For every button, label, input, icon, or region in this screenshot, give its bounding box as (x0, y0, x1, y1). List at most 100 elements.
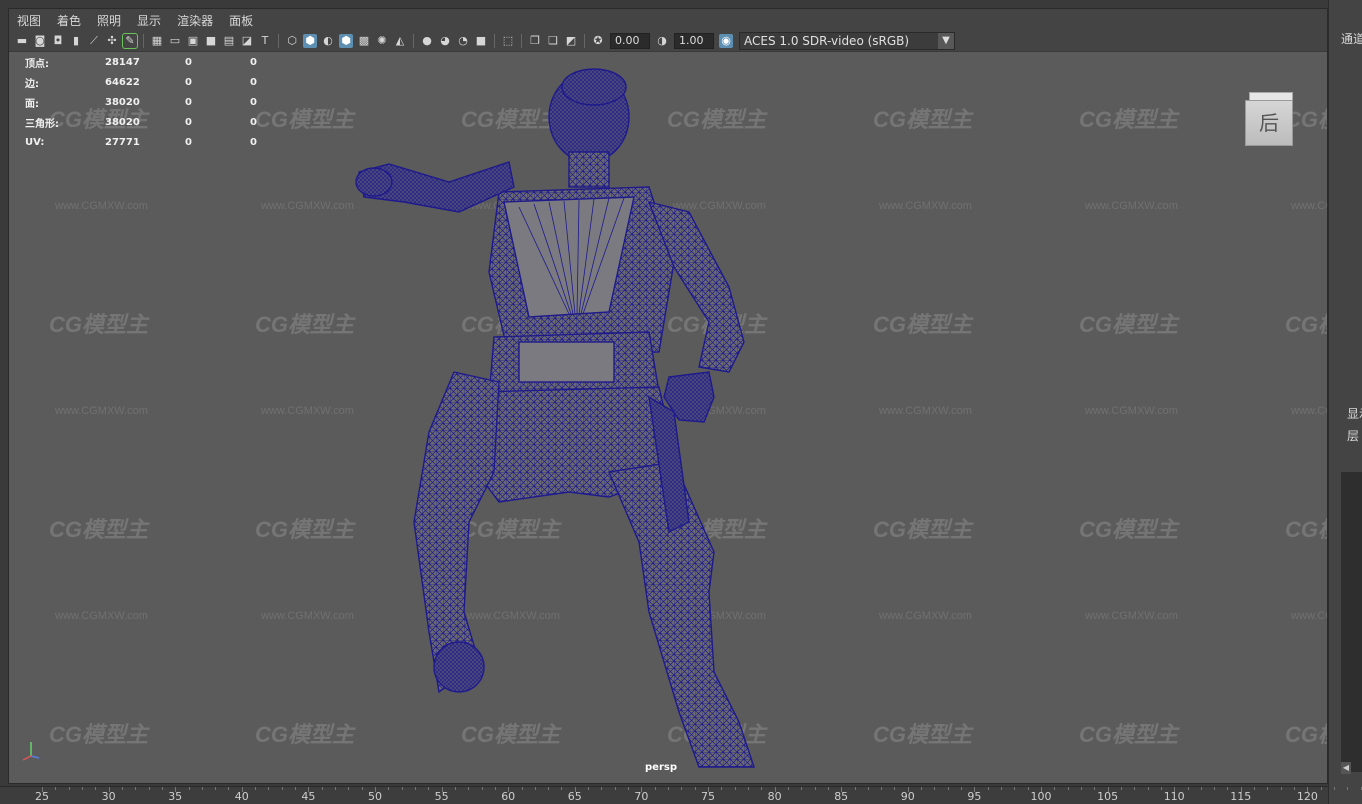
hud-row-vertices: 顶点: 28147 0 0 (25, 52, 315, 72)
textured-icon[interactable]: ▩ (357, 34, 371, 48)
chevron-down-icon[interactable]: ▼ (938, 33, 954, 49)
grease-pencil-active-icon[interactable]: ✎ (122, 33, 138, 49)
gate-mask-icon[interactable]: ■ (204, 34, 218, 48)
menu-show[interactable]: 显示 (137, 12, 161, 29)
viewport-panel[interactable]: 视图 着色 照明 显示 渲染器 面板 ▬ ◙ ◘ ▮ ⟋ ✣ ✎ ▦ ▭ ▣ ■… (8, 8, 1328, 784)
menu-renderer[interactable]: 渲染器 (177, 12, 213, 29)
hud-row-triangles: 三角形: 38020 0 0 (25, 112, 315, 132)
timeline-tick-mark (481, 787, 483, 790)
grease-pencil-icon[interactable]: ⟋ (87, 34, 101, 48)
layer-list-area[interactable] (1341, 472, 1362, 772)
3d-viewport[interactable]: CG模型主 www.CGMXW.com CG模型主 www.CGMXW.com CG模型… (9, 52, 1327, 783)
select-camera-icon[interactable]: ▬ (15, 34, 29, 48)
xray-joints-icon[interactable]: ❏ (546, 34, 560, 48)
view-cube[interactable]: 后 (1245, 92, 1293, 146)
timeline-tick-mark (1027, 787, 1029, 790)
hud-label: 边: (25, 78, 39, 90)
display-tab[interactable]: 显示 (1347, 405, 1362, 422)
isolate-select-icon[interactable]: ⬚ (501, 34, 515, 48)
default-material-icon[interactable]: ◐ (321, 34, 335, 48)
wireframe-icon[interactable]: ⬡ (285, 34, 299, 48)
bookmark-icon[interactable]: ◘ (51, 34, 65, 48)
smooth-shade-icon[interactable]: ⬢ (303, 34, 317, 48)
timeline-tick-mark (987, 787, 989, 790)
toolbar-separator (494, 34, 495, 48)
timeline-tick-mark (348, 787, 350, 790)
time-slider[interactable]: 25 30 35 40 45 50 55 60 65 70 75 80 85 90 95 100 105 110 1… (0, 786, 1362, 804)
timeline-tick-mark (534, 787, 536, 790)
hud-value: 0 (250, 96, 257, 108)
grid-icon[interactable]: ▦ (150, 34, 164, 48)
timeline-tick-mark (241, 787, 243, 792)
xray-components-icon[interactable]: ◩ (564, 34, 578, 48)
field-chart-icon[interactable]: ▤ (222, 34, 236, 48)
timeline-tick-mark (1187, 787, 1189, 790)
use-all-lights-icon[interactable]: ✺ (375, 34, 389, 48)
wireframe-character-model[interactable] (9, 52, 1327, 783)
poly-count-hud: 顶点: 28147 0 0 边: 64622 0 0 面: 38020 0 0 (25, 52, 315, 152)
camera-attributes-icon[interactable]: ◙ (33, 34, 47, 48)
wireframe-on-shaded-icon[interactable]: ⬢ (339, 34, 353, 48)
timeline-tick-mark (894, 787, 896, 790)
exposure-field[interactable]: 0.00 (610, 33, 650, 49)
gamma-field[interactable]: 1.00 (674, 33, 714, 49)
timeline-tick-mark (854, 787, 856, 790)
hud-value: 38020 (105, 116, 140, 128)
view-cube-back-face[interactable]: 后 (1245, 100, 1293, 146)
layer-tab[interactable]: 层 (1347, 427, 1359, 444)
scroll-left-arrow-icon[interactable]: ◀ (1341, 762, 1351, 774)
timeline-tick-mark (1054, 787, 1056, 790)
timeline-tick-mark (1254, 787, 1256, 790)
depth-of-field-icon[interactable]: ■ (474, 34, 488, 48)
safe-action-icon[interactable]: ◪ (240, 34, 254, 48)
film-gate-icon[interactable]: ▭ (168, 34, 182, 48)
xray-icon[interactable]: ❐ (528, 34, 542, 48)
toolbar-separator (584, 34, 585, 48)
shadows-icon[interactable]: ◭ (393, 34, 407, 48)
timeline-tick-mark (135, 787, 137, 790)
toolbar-separator (143, 34, 144, 48)
exposure-icon[interactable]: ✪ (591, 34, 605, 48)
menu-view[interactable]: 视图 (17, 12, 41, 29)
timeline-tick-mark (1174, 787, 1176, 792)
channel-box-tab[interactable]: 通道 (1341, 30, 1362, 47)
timeline-tick-mark (761, 787, 763, 790)
menu-shading[interactable]: 着色 (57, 12, 81, 29)
hud-label: 三角形: (25, 118, 59, 130)
timeline-tick-mark (95, 787, 97, 790)
timeline-tick-mark (694, 787, 696, 790)
timeline-tick-mark (188, 787, 190, 790)
timeline-tick-mark (81, 787, 83, 790)
timeline-tick-mark (108, 787, 110, 792)
menu-lighting[interactable]: 照明 (97, 12, 121, 29)
timeline-tick-mark (548, 787, 550, 790)
timeline-tick-mark (721, 787, 723, 790)
timeline-tick-mark (1320, 787, 1322, 790)
gamma-icon[interactable]: ◑ (655, 34, 669, 48)
timeline-tick-mark (601, 787, 603, 790)
timeline-tick-mark (215, 787, 217, 790)
timeline-tick-mark (734, 787, 736, 790)
timeline-tick-mark (1307, 787, 1309, 792)
timeline-tick-mark (1227, 787, 1229, 790)
2d-pan-zoom-icon[interactable]: ✣ (105, 34, 119, 48)
motion-blur-icon[interactable]: ◕ (438, 34, 452, 48)
image-plane-icon[interactable]: ▮ (69, 34, 83, 48)
channel-box-panel: 通道 显示 层 ◀ (1328, 0, 1362, 804)
timeline-tick-mark (921, 787, 923, 790)
timeline-tick-mark (161, 787, 163, 790)
timeline-tick-mark (681, 787, 683, 790)
safe-title-icon[interactable]: T (258, 34, 272, 48)
hud-value: 0 (250, 116, 257, 128)
hud-value: 0 (250, 136, 257, 148)
timeline-tick-mark (841, 787, 843, 792)
timeline-tick-mark (68, 787, 70, 790)
menu-panels[interactable]: 面板 (229, 12, 253, 29)
ambient-occlusion-icon[interactable]: ● (420, 34, 434, 48)
timeline-tick-mark (1147, 787, 1149, 790)
timeline-tick-mark (1294, 787, 1296, 790)
view-transform-dropdown[interactable]: ACES 1.0 SDR-video (sRGB) ▼ (739, 32, 955, 50)
resolution-gate-icon[interactable]: ▣ (186, 34, 200, 48)
color-management-icon[interactable]: ◉ (719, 34, 733, 48)
anti-aliasing-icon[interactable]: ◔ (456, 34, 470, 48)
